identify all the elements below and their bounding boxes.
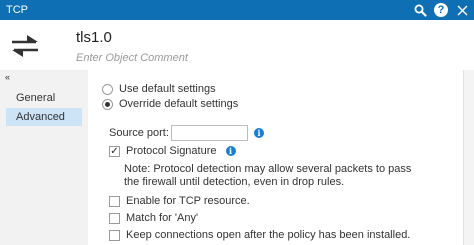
collapse-sidebar-icon[interactable]: « xyxy=(5,72,10,82)
search-icon[interactable] xyxy=(412,2,428,18)
radio-indicator[interactable] xyxy=(102,83,113,95)
info-icon[interactable]: i xyxy=(225,146,236,156)
close-icon[interactable] xyxy=(454,2,470,18)
radio-indicator[interactable] xyxy=(102,98,113,110)
title-bar-actions: ? xyxy=(412,2,470,18)
sidebar: « General Advanced xyxy=(0,70,88,245)
protocol-signature-checkbox[interactable]: ✓ Protocol Signature i xyxy=(109,144,236,158)
source-port-input[interactable] xyxy=(171,125,248,141)
enable-tcp-resource-checkbox[interactable]: Enable for TCP resource. xyxy=(109,194,250,208)
radio-label: Use default settings xyxy=(119,83,216,95)
checkbox-label: Protocol Signature xyxy=(126,145,217,157)
help-icon[interactable]: ? xyxy=(433,2,449,18)
match-any-checkbox[interactable]: Match for 'Any' xyxy=(109,211,198,225)
advanced-settings-panel: Use default settings Override default se… xyxy=(88,70,464,245)
tcp-service-icon xyxy=(10,32,40,60)
source-port-label: Source port: xyxy=(109,127,169,139)
keep-connections-checkbox[interactable]: Keep connections open after the policy h… xyxy=(109,228,410,242)
sidebar-item-general[interactable]: General xyxy=(6,89,82,107)
checkbox-label: Enable for TCP resource. xyxy=(126,195,250,207)
checkbox-indicator[interactable] xyxy=(109,195,120,207)
checkbox-indicator[interactable] xyxy=(109,229,120,241)
checkbox-label: Match for 'Any' xyxy=(126,212,199,224)
checkbox-indicator[interactable] xyxy=(109,212,120,224)
object-name[interactable]: tls1.0 xyxy=(76,29,112,46)
sidebar-item-advanced[interactable]: Advanced xyxy=(6,108,82,126)
radio-label: Override default settings xyxy=(119,98,239,110)
checkbox-label: Keep connections open after the policy h… xyxy=(126,229,411,241)
override-default-settings-radio[interactable]: Override default settings xyxy=(102,97,238,111)
vertical-scrollbar[interactable] xyxy=(463,70,474,245)
window-title: TCP xyxy=(6,4,28,16)
object-header: tls1.0 Enter Object Comment xyxy=(0,20,474,70)
object-comment-field[interactable]: Enter Object Comment xyxy=(76,52,188,64)
info-icon[interactable]: i xyxy=(254,128,264,138)
use-default-settings-radio[interactable]: Use default settings xyxy=(102,82,216,96)
title-bar: TCP ? xyxy=(0,0,474,20)
protocol-detection-note: Note: Protocol detection may allow sever… xyxy=(124,163,412,188)
checkbox-indicator[interactable]: ✓ xyxy=(109,145,120,157)
